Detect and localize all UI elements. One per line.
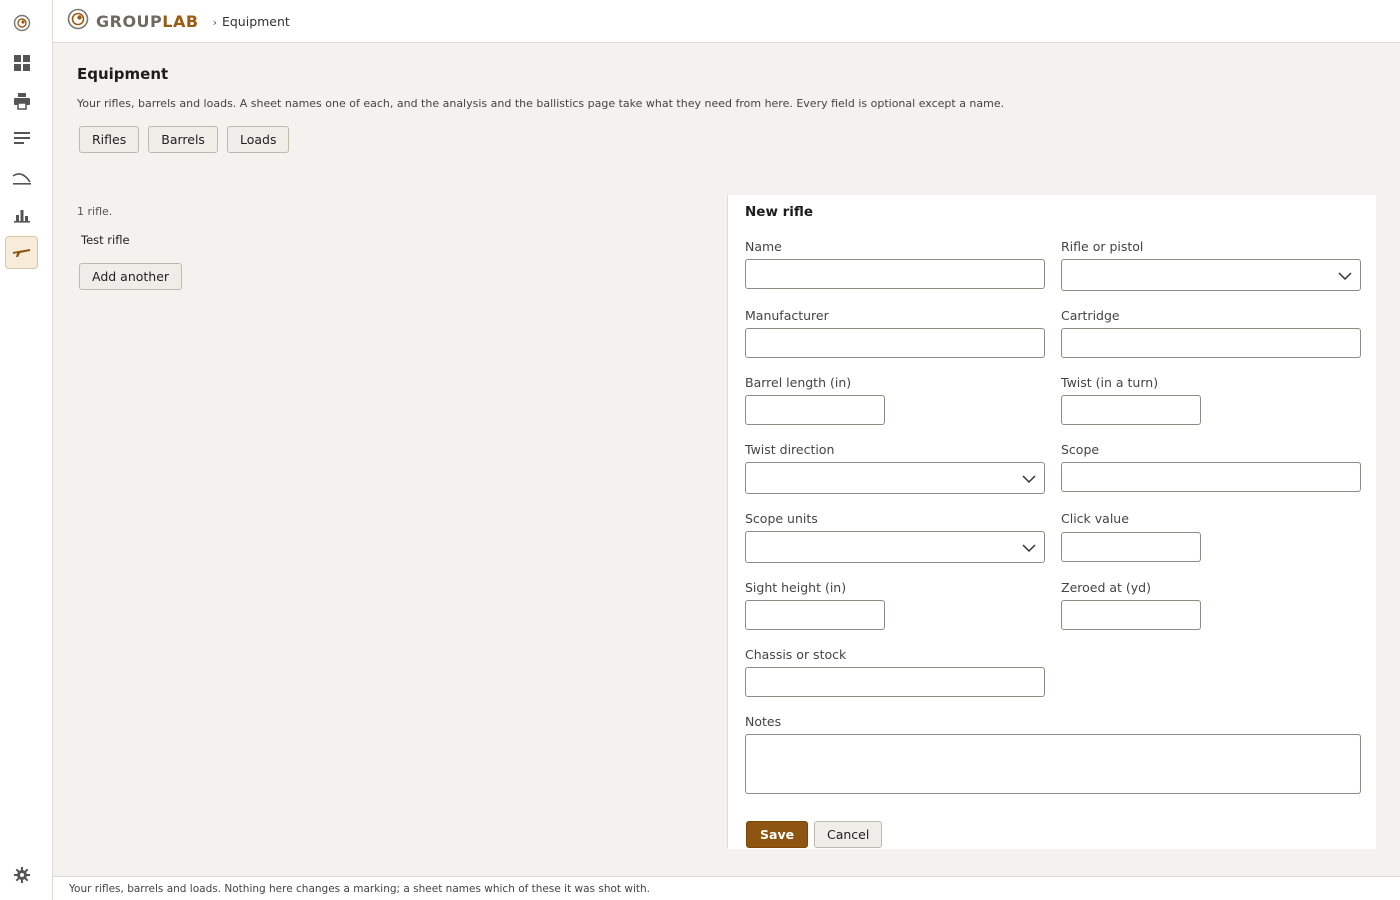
trajectory-icon [12,168,32,186]
bar-chart-icon [13,206,31,224]
chevron-down-icon [1022,469,1036,488]
twist-direction-select[interactable] [745,462,1045,494]
click-value-input[interactable] [1061,532,1201,562]
save-button[interactable]: Save [746,821,809,848]
app-logo[interactable]: GROUPLAB [67,8,199,34]
rail-trajectory-button[interactable] [5,160,38,193]
list-item[interactable]: Test rifle [81,233,130,247]
new-rifle-form: New rifle Name Rifle or pistol Manufactu… [727,195,1376,849]
status-footer: Your rifles, barrels and loads. Nothing … [53,876,1400,900]
rail-equipment-button[interactable] [5,236,38,269]
scope-units-label: Scope units [745,511,818,526]
barrel-length-label: Barrel length (in) [745,375,852,390]
manufacturer-label: Manufacturer [745,308,829,323]
top-header: GROUPLAB › Equipment [53,0,1400,43]
brand-name: GROUPLAB [96,11,199,31]
cartridge-input[interactable] [1061,328,1361,358]
breadcrumb-current: Equipment [221,13,290,29]
chevron-down-icon [1338,266,1352,285]
add-another-button[interactable]: Add another [79,263,183,290]
breadcrumb-separator: › [212,15,217,29]
tab-rifles[interactable]: Rifles [79,126,140,153]
left-rail [0,0,53,900]
gear-icon [13,866,31,884]
chassis-input[interactable] [745,667,1045,697]
rail-print-button[interactable] [5,84,38,117]
equipment-tabs: Rifles Barrels Loads [79,126,290,153]
sight-height-label: Sight height (in) [745,580,847,595]
target-icon [13,14,31,32]
zeroed-at-label: Zeroed at (yd) [1061,580,1151,595]
rifle-or-pistol-select[interactable] [1061,259,1361,291]
form-title: New rifle [745,204,814,220]
twist-label: Twist (in a turn) [1061,375,1159,390]
rifle-or-pistol-label: Rifle or pistol [1061,239,1144,254]
scope-input[interactable] [1061,462,1361,492]
cartridge-label: Cartridge [1061,308,1120,323]
notes-label: Notes [745,714,782,729]
barrel-length-input[interactable] [745,395,885,425]
rifle-count: 1 rifle. [77,205,113,218]
rail-home-button[interactable] [5,6,38,39]
footer-text: Your rifles, barrels and loads. Nothing … [69,882,650,895]
scope-units-select[interactable] [745,531,1045,563]
rail-settings-button[interactable] [5,858,38,891]
breadcrumb: › Equipment [213,14,290,29]
rifle-icon [12,246,32,260]
cancel-button[interactable]: Cancel [814,821,883,848]
tab-loads[interactable]: Loads [226,126,290,153]
click-value-label: Click value [1061,511,1129,526]
dashboard-icon [13,54,31,72]
page-title: Equipment [77,65,169,83]
twist-input[interactable] [1061,395,1201,425]
twist-direction-label: Twist direction [745,442,835,457]
manufacturer-input[interactable] [745,328,1045,358]
main-content: Equipment Your rifles, barrels and loads… [53,43,1400,876]
tab-barrels[interactable]: Barrels [148,126,218,153]
name-label: Name [745,239,782,254]
name-input[interactable] [745,259,1045,289]
logo-icon [67,8,89,34]
chevron-down-icon [1022,538,1036,557]
rail-chart-button[interactable] [5,198,38,231]
rail-list-button[interactable] [5,121,38,154]
page-description: Your rifles, barrels and loads. A sheet … [77,97,1005,110]
list-icon [13,129,31,147]
chassis-label: Chassis or stock [745,647,847,662]
rail-dashboard-button[interactable] [5,46,38,79]
sight-height-input[interactable] [745,600,885,630]
scope-label: Scope [1061,442,1100,457]
notes-textarea[interactable] [745,734,1361,794]
zeroed-at-input[interactable] [1061,600,1201,630]
printer-icon [13,92,31,110]
